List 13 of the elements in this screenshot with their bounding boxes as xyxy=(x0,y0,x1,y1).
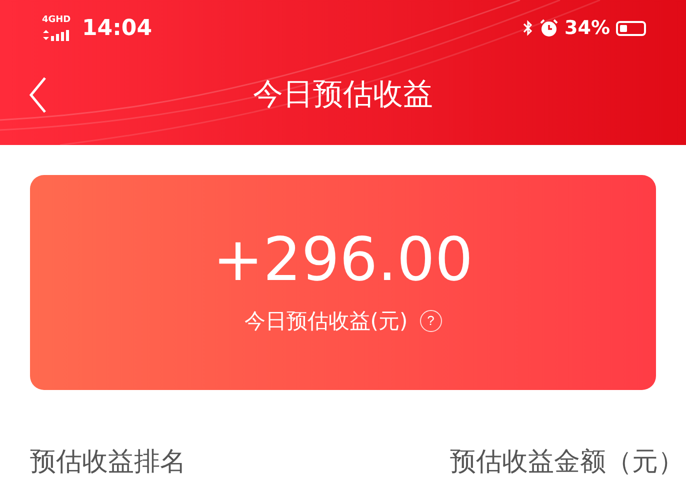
battery-percent: 34% xyxy=(564,17,610,39)
battery-icon xyxy=(616,20,646,36)
earnings-label: 今日预估收益(元) xyxy=(244,308,408,335)
network-indicator: 4GHD xyxy=(42,15,71,25)
column-heading: 预估收益排名 xyxy=(30,446,186,479)
clock-time: 14:04 xyxy=(82,16,152,40)
bluetooth-icon xyxy=(522,20,533,36)
help-icon[interactable]: ? xyxy=(420,310,442,332)
earnings-amount: +296.00 xyxy=(212,225,474,295)
signal-icon xyxy=(42,29,72,41)
column-heading: 预估收益金额（元） xyxy=(450,446,684,479)
page-title: 今日预估收益 xyxy=(252,76,434,114)
alarm-icon xyxy=(538,18,559,38)
